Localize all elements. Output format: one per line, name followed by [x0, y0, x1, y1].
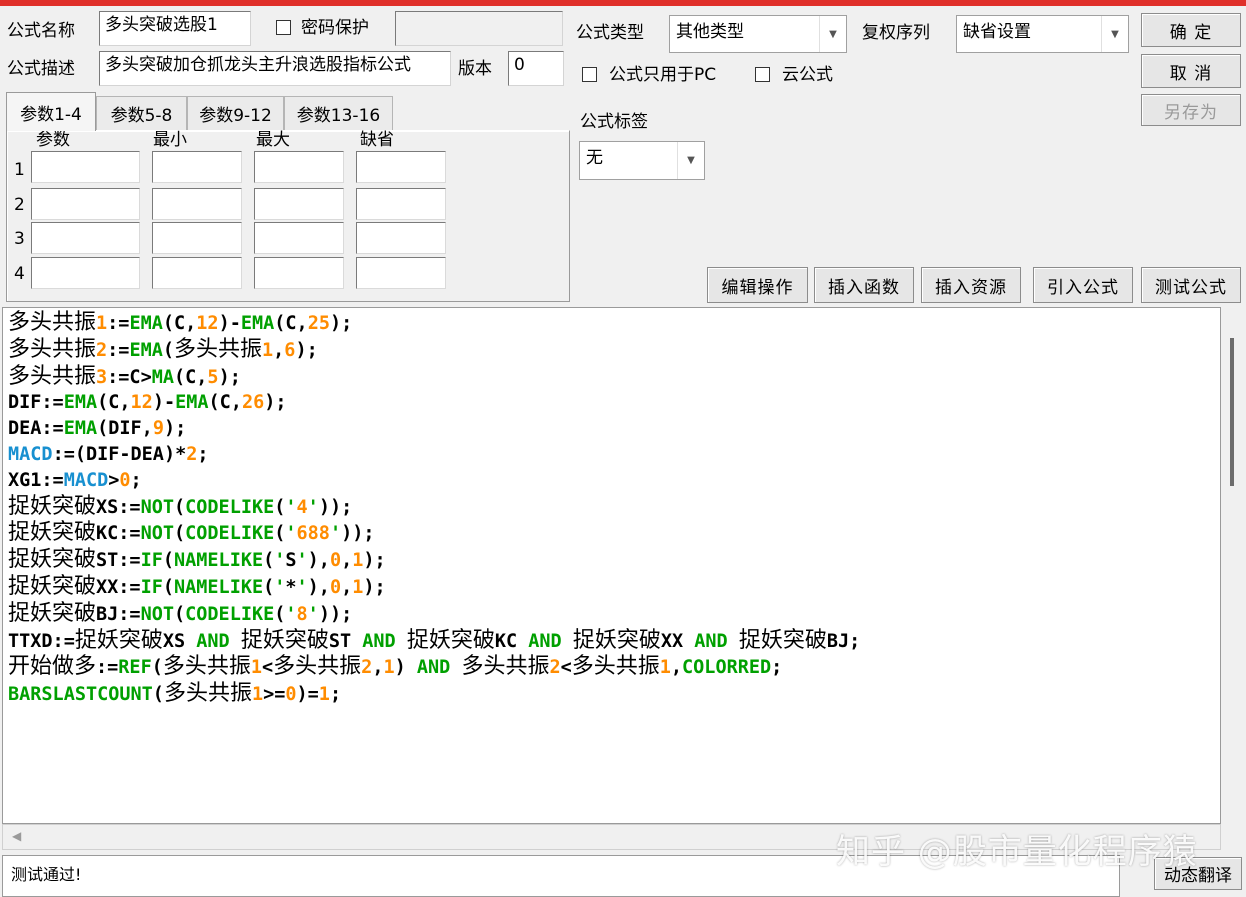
save-as-button[interactable]: 另存为	[1141, 94, 1241, 126]
col-header-param: 参数	[36, 130, 70, 150]
formula-type-select[interactable]: 其他类型 ▼	[669, 15, 847, 53]
param-name-cell[interactable]	[31, 188, 140, 220]
rights-value: 缺省设置	[963, 22, 1031, 42]
code-line: 开始做多:=REF(多头共振1<多头共振2,1) AND 多头共振2<多头共振1…	[8, 654, 783, 680]
code-line: DIF:=EMA(C,12)-EMA(C,26);	[8, 392, 287, 414]
code-line: DEA:=EMA(DIF,9);	[8, 418, 187, 440]
param-row-number: 4	[14, 264, 25, 284]
edit-ops-button[interactable]: 编辑操作	[707, 267, 808, 303]
col-header-min: 最小	[153, 130, 187, 150]
param-row-number: 1	[14, 160, 25, 180]
param-row-number: 2	[14, 195, 25, 215]
param-max-cell[interactable]	[254, 222, 344, 254]
watermark: 知乎 @股市量化程序猿	[836, 832, 1198, 872]
code-line: 多头共振2:=EMA(多头共振1,6);	[8, 336, 318, 362]
insert-resource-button[interactable]: 插入资源	[921, 267, 1021, 303]
tab-params-9-12[interactable]: 参数9-12	[187, 96, 284, 130]
code-line: 捉妖突破KC:=NOT(CODELIKE('688'));	[8, 520, 375, 546]
tab-params-13-16[interactable]: 参数13-16	[284, 96, 393, 130]
code-text: 多头共振1:=EMA(C,12)-EMA(C,25); 多头共振2:=EMA(多头…	[8, 310, 860, 708]
test-formula-button[interactable]: 测试公式	[1141, 267, 1241, 303]
cancel-button[interactable]: 取 消	[1141, 54, 1241, 88]
cloud-checkbox[interactable]	[755, 67, 770, 82]
param-min-cell[interactable]	[152, 222, 242, 254]
param-max-cell[interactable]	[254, 188, 344, 220]
code-line: MACD:=(DIF-DEA)*2;	[8, 443, 209, 465]
formula-tag-label: 公式标签	[580, 112, 648, 132]
code-line: 多头共振1:=EMA(C,12)-EMA(C,25);	[8, 310, 353, 335]
ok-button[interactable]: 确 定	[1141, 13, 1241, 47]
pc-only-label: 公式只用于PC	[609, 65, 717, 85]
formula-desc-input[interactable]: 多头突破加仓抓龙头主升浪选股指标公式	[99, 51, 451, 86]
param-name-cell[interactable]	[31, 257, 140, 289]
param-min-cell[interactable]	[152, 151, 242, 183]
code-line: 捉妖突破BJ:=NOT(CODELIKE('8'));	[8, 600, 353, 626]
version-label: 版本	[458, 59, 492, 79]
cloud-label: 云公式	[782, 65, 833, 85]
code-line: BARSLASTCOUNT(多头共振1>=0)=1;	[8, 681, 342, 707]
password-label: 密码保护	[301, 18, 369, 38]
pc-only-checkbox[interactable]	[582, 67, 597, 82]
window-top-border	[0, 0, 1246, 6]
code-line: TTXD:=捉妖突破XS AND 捉妖突破ST AND 捉妖突破KC AND 捉…	[8, 627, 861, 653]
param-name-cell[interactable]	[31, 222, 140, 254]
password-checkbox[interactable]	[276, 20, 291, 35]
code-line: 捉妖突破XS:=NOT(CODELIKE('4'));	[8, 493, 353, 519]
code-line: XG1:=MACD>0;	[8, 469, 142, 491]
tab-params-5-8[interactable]: 参数5-8	[96, 96, 187, 130]
formula-type-value: 其他类型	[676, 22, 744, 42]
code-line: 捉妖突破ST:=IF(NAMELIKE('S'),0,1);	[8, 547, 386, 573]
code-line: 捉妖突破XX:=IF(NAMELIKE('*'),0,1);	[8, 573, 386, 599]
import-formula-button[interactable]: 引入公式	[1033, 267, 1133, 303]
param-max-cell[interactable]	[254, 257, 344, 289]
tab-params-1-4[interactable]: 参数1-4	[6, 92, 96, 131]
param-default-cell[interactable]	[356, 222, 446, 254]
status-text: 测试通过!	[11, 865, 82, 884]
formula-name-label: 公式名称	[7, 21, 75, 41]
chevron-down-icon[interactable]: ▼	[677, 142, 704, 179]
code-line: 多头共振3:=C>MA(C,5);	[8, 363, 241, 389]
scroll-left-icon[interactable]: ◀	[12, 829, 21, 843]
col-header-default: 缺省	[360, 130, 394, 150]
password-input[interactable]	[395, 11, 563, 46]
param-max-cell[interactable]	[254, 151, 344, 183]
rights-label: 复权序列	[862, 23, 930, 43]
chevron-down-icon[interactable]: ▼	[1101, 16, 1128, 52]
formula-type-label: 公式类型	[576, 23, 644, 43]
param-row-number: 3	[14, 229, 25, 249]
rights-select[interactable]: 缺省设置 ▼	[956, 15, 1129, 53]
formula-tag-value: 无	[586, 148, 603, 168]
code-editor[interactable]: 多头共振1:=EMA(C,12)-EMA(C,25); 多头共振2:=EMA(多头…	[2, 307, 1221, 824]
insert-function-button[interactable]: 插入函数	[814, 267, 914, 303]
param-default-cell[interactable]	[356, 151, 446, 183]
param-name-cell[interactable]	[31, 151, 140, 183]
formula-tag-select[interactable]: 无 ▼	[579, 141, 705, 180]
param-default-cell[interactable]	[356, 188, 446, 220]
formula-desc-label: 公式描述	[7, 59, 75, 79]
col-header-max: 最大	[256, 130, 290, 150]
formula-name-input[interactable]: 多头突破选股1	[99, 11, 251, 46]
version-input[interactable]: 0	[508, 51, 564, 86]
param-min-cell[interactable]	[152, 257, 242, 289]
scrollbar-thumb[interactable]	[1230, 338, 1234, 486]
param-default-cell[interactable]	[356, 257, 446, 289]
chevron-down-icon[interactable]: ▼	[819, 16, 846, 52]
param-min-cell[interactable]	[152, 188, 242, 220]
